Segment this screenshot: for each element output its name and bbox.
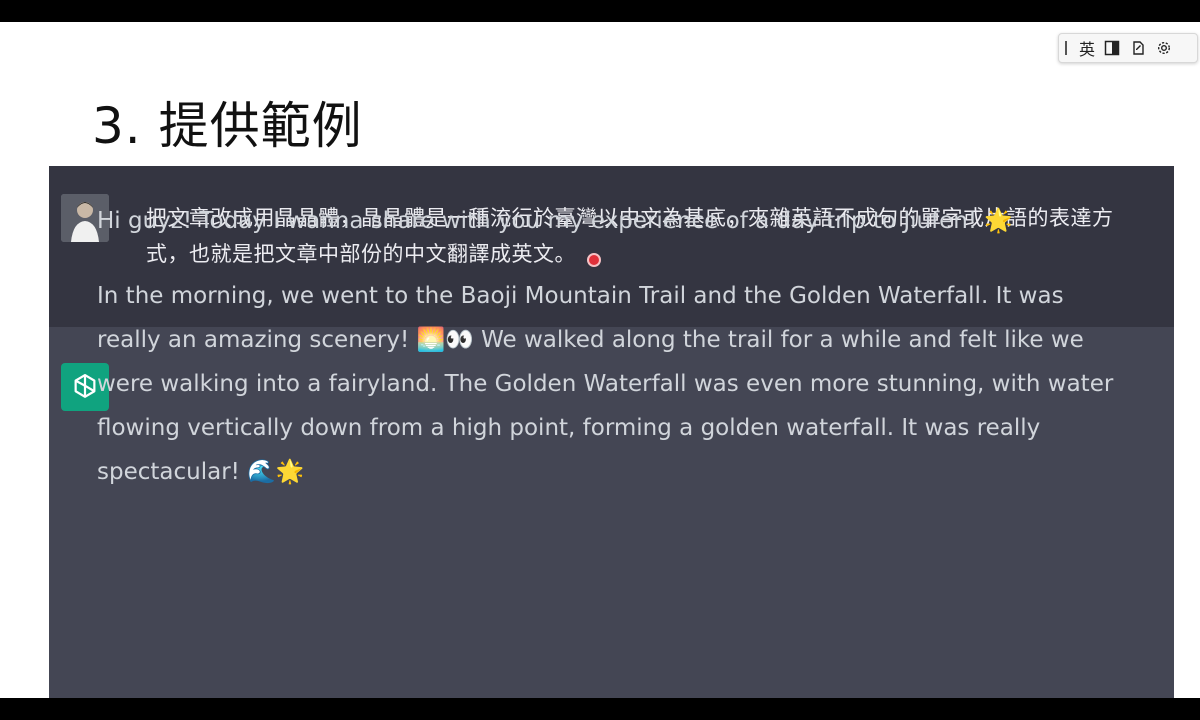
gear-icon[interactable] [1155, 39, 1173, 57]
toolbar-grip[interactable] [1065, 41, 1067, 55]
tools-icon[interactable] [1129, 39, 1147, 57]
assistant-paragraph-2: In the morning, we went to the Baoji Mou… [97, 283, 1114, 485]
slide-title: 3. 提供範例 [92, 97, 363, 155]
language-toggle[interactable]: 英 [1079, 36, 1095, 60]
half-full-width-icon[interactable] [1103, 39, 1121, 57]
mouse-cursor-indicator [587, 253, 601, 267]
top-letterbox [0, 0, 1200, 22]
bottom-letterbox [0, 698, 1200, 720]
ime-toolbar[interactable]: 英 [1058, 33, 1198, 63]
assistant-paragraph-1: Hi guyz! Today I wanna share with you my… [97, 208, 1014, 234]
